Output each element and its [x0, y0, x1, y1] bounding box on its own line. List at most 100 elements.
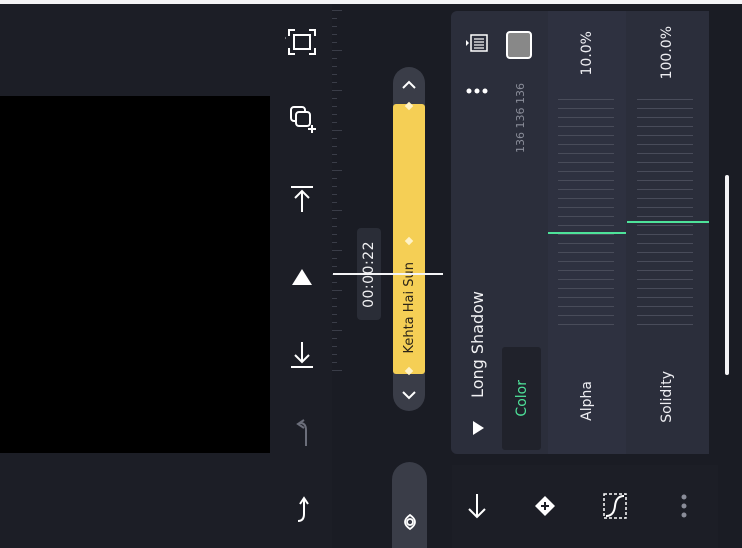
- tool-column: [270, 4, 332, 548]
- ruler-tick: [332, 338, 337, 339]
- play-icon[interactable]: [284, 260, 320, 294]
- fullscreen-icon[interactable]: [284, 26, 320, 58]
- tab-color[interactable]: Color: [502, 347, 541, 450]
- ruler-tick: [332, 346, 337, 347]
- slider-line: [558, 234, 614, 235]
- slider-line: [558, 306, 614, 307]
- panel-scrollbar[interactable]: [725, 175, 729, 375]
- slider-line: [637, 99, 693, 100]
- color-swatch[interactable]: [506, 31, 532, 59]
- slider-line: [558, 144, 614, 145]
- slider-line: [637, 198, 693, 199]
- slider-line: [558, 315, 614, 316]
- align-top-icon[interactable]: [284, 182, 320, 216]
- slider-line: [637, 252, 693, 253]
- chevron-up-icon[interactable]: [396, 72, 422, 98]
- playhead[interactable]: [333, 273, 443, 275]
- slider-line: [637, 135, 693, 136]
- slider-line: [558, 162, 614, 163]
- redo-icon[interactable]: [284, 494, 320, 528]
- duplicate-icon[interactable]: [284, 102, 320, 136]
- slider-line: [637, 153, 693, 154]
- slider-line: [637, 261, 693, 262]
- ruler-tick: [332, 186, 337, 187]
- ruler-tick: [332, 282, 337, 283]
- ruler-tick: [332, 98, 337, 99]
- ruler-tick: [332, 234, 337, 235]
- video-preview[interactable]: [0, 96, 270, 453]
- slider-line: [558, 225, 614, 226]
- slider-line: [637, 180, 693, 181]
- ruler-tick: [332, 354, 337, 355]
- slider-line: [558, 198, 614, 199]
- ruler-tick: [332, 106, 337, 107]
- ruler-tick: [332, 138, 337, 139]
- clip-block[interactable]: Kehta Hai Sun: [393, 101, 425, 376]
- effect-panel: 136 136 136 Long Shadow Color 10.0% Alph…: [451, 11, 709, 454]
- ruler-tick: [332, 66, 337, 67]
- ruler-tick: [332, 370, 342, 371]
- ruler-tick: [332, 50, 342, 51]
- ruler-tick: [332, 26, 337, 27]
- solidity-label: Solidity: [659, 371, 675, 423]
- slider-level-marker[interactable]: [627, 221, 709, 223]
- slider-line: [637, 234, 693, 235]
- more-icon[interactable]: [674, 491, 694, 521]
- slider-line: [637, 243, 693, 244]
- slider-line: [558, 270, 614, 271]
- ruler-tick: [332, 266, 337, 267]
- slider-line: [558, 153, 614, 154]
- slider-line: [558, 207, 614, 208]
- ruler-tick: [332, 322, 337, 323]
- slider-line: [558, 108, 614, 109]
- ruler-tick: [332, 250, 342, 251]
- slider-line: [637, 306, 693, 307]
- slider-line: [558, 261, 614, 262]
- solidity-value: 100.0%: [659, 26, 675, 80]
- ruler-tick: [332, 130, 342, 131]
- alpha-label-box: Alpha: [574, 359, 600, 443]
- section-header-long-shadow[interactable]: Long Shadow: [465, 281, 489, 407]
- crop-icon[interactable]: [598, 487, 632, 525]
- ruler-tick: [332, 306, 337, 307]
- solidity-value-readout: 100.0%: [654, 11, 680, 95]
- slider-line: [637, 270, 693, 271]
- keyframe-add-icon[interactable]: [530, 491, 560, 521]
- alpha-strip[interactable]: 10.0% Alpha: [548, 11, 626, 454]
- slider-line: [637, 207, 693, 208]
- rgb-readout: 136 136 136: [511, 75, 529, 161]
- section-title: Long Shadow: [467, 290, 487, 398]
- slider-line: [637, 216, 693, 217]
- arrow-down-icon[interactable]: [462, 487, 492, 525]
- slider-line: [558, 126, 614, 127]
- slider-line: [637, 315, 693, 316]
- ruler-tick: [332, 298, 337, 299]
- ruler-tick: [332, 58, 337, 59]
- slider-line: [558, 324, 614, 325]
- slider-line: [637, 162, 693, 163]
- slider-line: [558, 288, 614, 289]
- solidity-strip[interactable]: 100.0% Solidity: [627, 11, 709, 454]
- ruler-tick: [332, 226, 337, 227]
- expand-triangle-icon[interactable]: [467, 417, 489, 439]
- slider-line: [637, 189, 693, 190]
- chevron-down-icon[interactable]: [396, 382, 422, 408]
- undo-icon[interactable]: [284, 416, 320, 450]
- eye-icon[interactable]: [396, 510, 423, 534]
- ruler-tick: [332, 258, 337, 259]
- timeline-ruler: [332, 4, 352, 376]
- ruler-tick: [332, 18, 337, 19]
- slider-line: [637, 117, 693, 118]
- slider-line: [558, 243, 614, 244]
- layers-icon[interactable]: [463, 29, 493, 57]
- visibility-button[interactable]: [392, 462, 427, 548]
- more-options-icon[interactable]: [465, 81, 489, 101]
- ruler-tick: [332, 218, 337, 219]
- slider-line: [558, 252, 614, 253]
- slider-line: [637, 279, 693, 280]
- ruler-tick: [332, 314, 337, 315]
- ruler-tick: [332, 90, 342, 91]
- ruler-tick: [332, 170, 342, 171]
- align-bottom-icon[interactable]: [284, 338, 320, 372]
- slider-level-marker[interactable]: [548, 232, 626, 234]
